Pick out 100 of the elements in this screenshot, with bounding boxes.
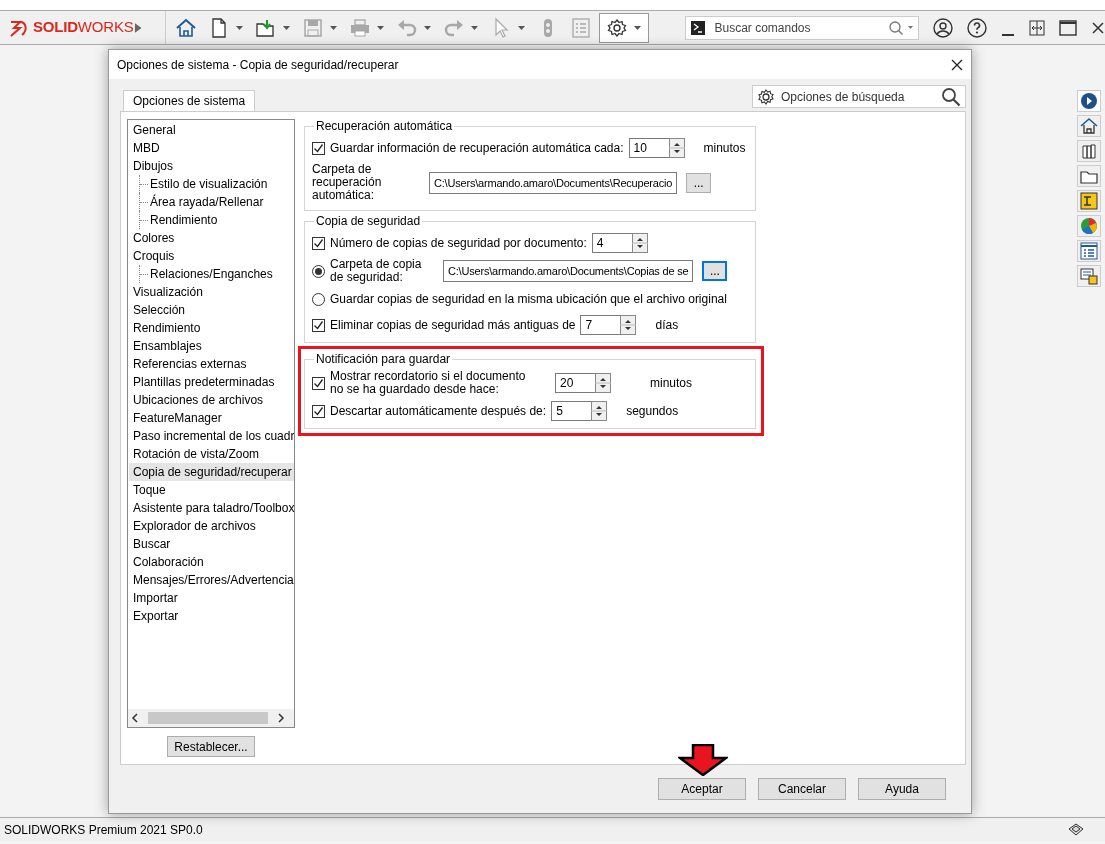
tree-item[interactable]: Dibujos xyxy=(129,157,294,175)
checkbox[interactable] xyxy=(312,141,325,155)
checkbox[interactable] xyxy=(312,404,325,418)
radio-button[interactable] xyxy=(312,292,325,306)
number-field[interactable]: 20 xyxy=(555,373,595,393)
dialog-button[interactable]: Aceptar xyxy=(658,778,746,800)
tree-item[interactable]: Mensajes/Errores/Advertencia xyxy=(129,571,294,589)
tree-item[interactable]: Buscar xyxy=(129,535,294,553)
tree-item[interactable]: MBD xyxy=(129,139,294,157)
help-icon[interactable] xyxy=(967,17,987,38)
home-icon[interactable] xyxy=(1080,117,1098,135)
globe-icon[interactable] xyxy=(1080,92,1098,110)
search-icon[interactable] xyxy=(888,19,914,36)
close-icon[interactable] xyxy=(1091,20,1105,35)
search-bar[interactable]: Opciones de búsqueda xyxy=(752,85,966,108)
group-title: Notificación para guardar xyxy=(315,352,452,366)
tree-item[interactable]: Área rayada/Rellenar xyxy=(148,193,264,211)
tree-item[interactable]: General xyxy=(129,121,294,139)
status-text: SOLIDWORKS Premium 2021 SP0.0 xyxy=(4,821,203,839)
color-wheel-icon[interactable] xyxy=(1080,217,1098,235)
browse-button[interactable]: ... xyxy=(702,261,728,281)
path-field[interactable]: C:\Users\armando.amaro\Documents\Recuperacio xyxy=(429,171,678,194)
option-label: Eliminar copias de seguridad más antiguas de xyxy=(330,317,576,334)
unit-label: segundos xyxy=(626,403,679,420)
tree-item[interactable]: Estilo de visualización xyxy=(148,175,268,193)
checkbox[interactable] xyxy=(312,236,325,250)
settings-icon xyxy=(757,87,775,106)
list-icon[interactable] xyxy=(1080,242,1098,260)
number-field[interactable]: 7 xyxy=(580,315,621,335)
number-field[interactable]: 5 xyxy=(551,401,592,421)
dialog-button[interactable]: Cancelar xyxy=(758,778,846,800)
books-icon[interactable] xyxy=(1080,142,1098,160)
tree-item[interactable]: Importar xyxy=(129,589,294,607)
checkbox[interactable] xyxy=(312,318,325,332)
spinner-icon[interactable] xyxy=(595,373,611,393)
spinner-icon[interactable] xyxy=(591,401,608,421)
tree-item[interactable]: Rendimiento xyxy=(148,211,218,229)
terminal-icon xyxy=(690,19,707,36)
tree-item[interactable]: Referencias externas xyxy=(129,355,294,373)
tree-item[interactable]: Paso incremental de los cuadr xyxy=(129,427,294,445)
tree-item[interactable]: Copia de seguridad/recuperar xyxy=(129,463,294,481)
number-field[interactable]: 10 xyxy=(628,138,669,158)
tree-item[interactable]: Ensamblajes xyxy=(129,337,294,355)
option-label: Carpeta de recuperación automática: xyxy=(312,163,383,202)
unit-label: minutos xyxy=(703,140,746,157)
tree-item[interactable]: Colores xyxy=(129,229,294,247)
caret-icon[interactable] xyxy=(282,23,292,32)
dialog-title: Opciones de sistema - Copia de seguridad/recuperar xyxy=(117,56,399,74)
search-icon[interactable] xyxy=(941,86,961,107)
monitor-icon[interactable] xyxy=(1080,267,1098,285)
number-field[interactable]: 4 xyxy=(591,233,632,253)
option-label: Carpeta de copia de seguridad: xyxy=(330,258,423,284)
layout-icon[interactable] xyxy=(1080,192,1098,210)
path-field[interactable]: C:\Users\armando.amaro\Documents\Copias de se xyxy=(443,260,694,282)
dialog-button[interactable]: Ayuda xyxy=(858,778,946,800)
browse-button[interactable]: ... xyxy=(686,172,712,193)
tab[interactable]: Opciones de sistema xyxy=(123,90,256,111)
group-title: Copia de seguridad xyxy=(315,214,422,228)
tree-item[interactable]: Exportar xyxy=(129,607,294,625)
toolbar-button[interactable] xyxy=(599,12,650,43)
tree-item[interactable]: Toque xyxy=(129,481,294,499)
tree-item[interactable]: Relaciones/Enganches xyxy=(148,265,273,283)
option-label: Descartar automáticamente después de: xyxy=(330,403,547,420)
tree-item[interactable]: Plantillas predeterminadas xyxy=(129,373,294,391)
unit-label: minutos xyxy=(650,375,693,392)
tree-item[interactable]: FeatureManager xyxy=(129,409,294,427)
logo-text: SOLIDWORKS xyxy=(33,17,134,38)
scrollbar-thumb[interactable] xyxy=(148,711,268,726)
group-title: Recuperación automática xyxy=(315,119,454,133)
spinner-icon[interactable] xyxy=(631,233,648,253)
checkbox[interactable] xyxy=(312,376,325,390)
option-label: Guardar información de recuperación automática cada: xyxy=(330,140,624,157)
tree-item[interactable]: Selección xyxy=(129,301,294,319)
search-bar[interactable]: Buscar comandos xyxy=(685,15,919,40)
tag-icon[interactable] xyxy=(1067,821,1085,838)
spinner-icon[interactable] xyxy=(620,315,637,335)
option-label: Mostrar recordatorio si el documento no se ha guardado desde hace: xyxy=(330,370,527,396)
tree-item[interactable]: Asistente para taladro/Toolbox xyxy=(129,499,294,517)
tree-item[interactable]: Explorador de archivos xyxy=(129,517,294,535)
tree-item[interactable]: Visualización xyxy=(129,283,294,301)
spinner-icon[interactable] xyxy=(668,138,685,158)
maximize-icon[interactable] xyxy=(1059,19,1077,36)
option-label: Número de copias de seguridad por documento: xyxy=(330,235,587,252)
caret-icon[interactable] xyxy=(235,23,245,32)
tree-item[interactable]: Rendimiento xyxy=(129,319,294,337)
horizontal-scrollbar[interactable] xyxy=(128,709,294,728)
close-icon[interactable] xyxy=(951,58,963,71)
tree-item[interactable]: Colaboración xyxy=(129,553,294,571)
tree-item[interactable]: Rotación de vista/Zoom xyxy=(129,445,294,463)
tree-item[interactable]: Croquis xyxy=(129,247,294,265)
reset-button[interactable]: Restablecer... xyxy=(167,736,255,757)
command-search-field[interactable]: Buscar comandos xyxy=(712,17,882,38)
radio-button[interactable] xyxy=(312,264,325,278)
expand-arrow-icon[interactable] xyxy=(133,21,142,34)
caret-icon[interactable] xyxy=(633,23,643,32)
option-label: Guardar copias de seguridad en la misma ubicación que el archivo original xyxy=(330,291,727,308)
tile-icon[interactable] xyxy=(1029,19,1045,36)
unit-label: días xyxy=(655,317,679,334)
tree-item[interactable]: Ubicaciones de archivos xyxy=(129,391,294,409)
user-icon[interactable] xyxy=(933,17,953,38)
